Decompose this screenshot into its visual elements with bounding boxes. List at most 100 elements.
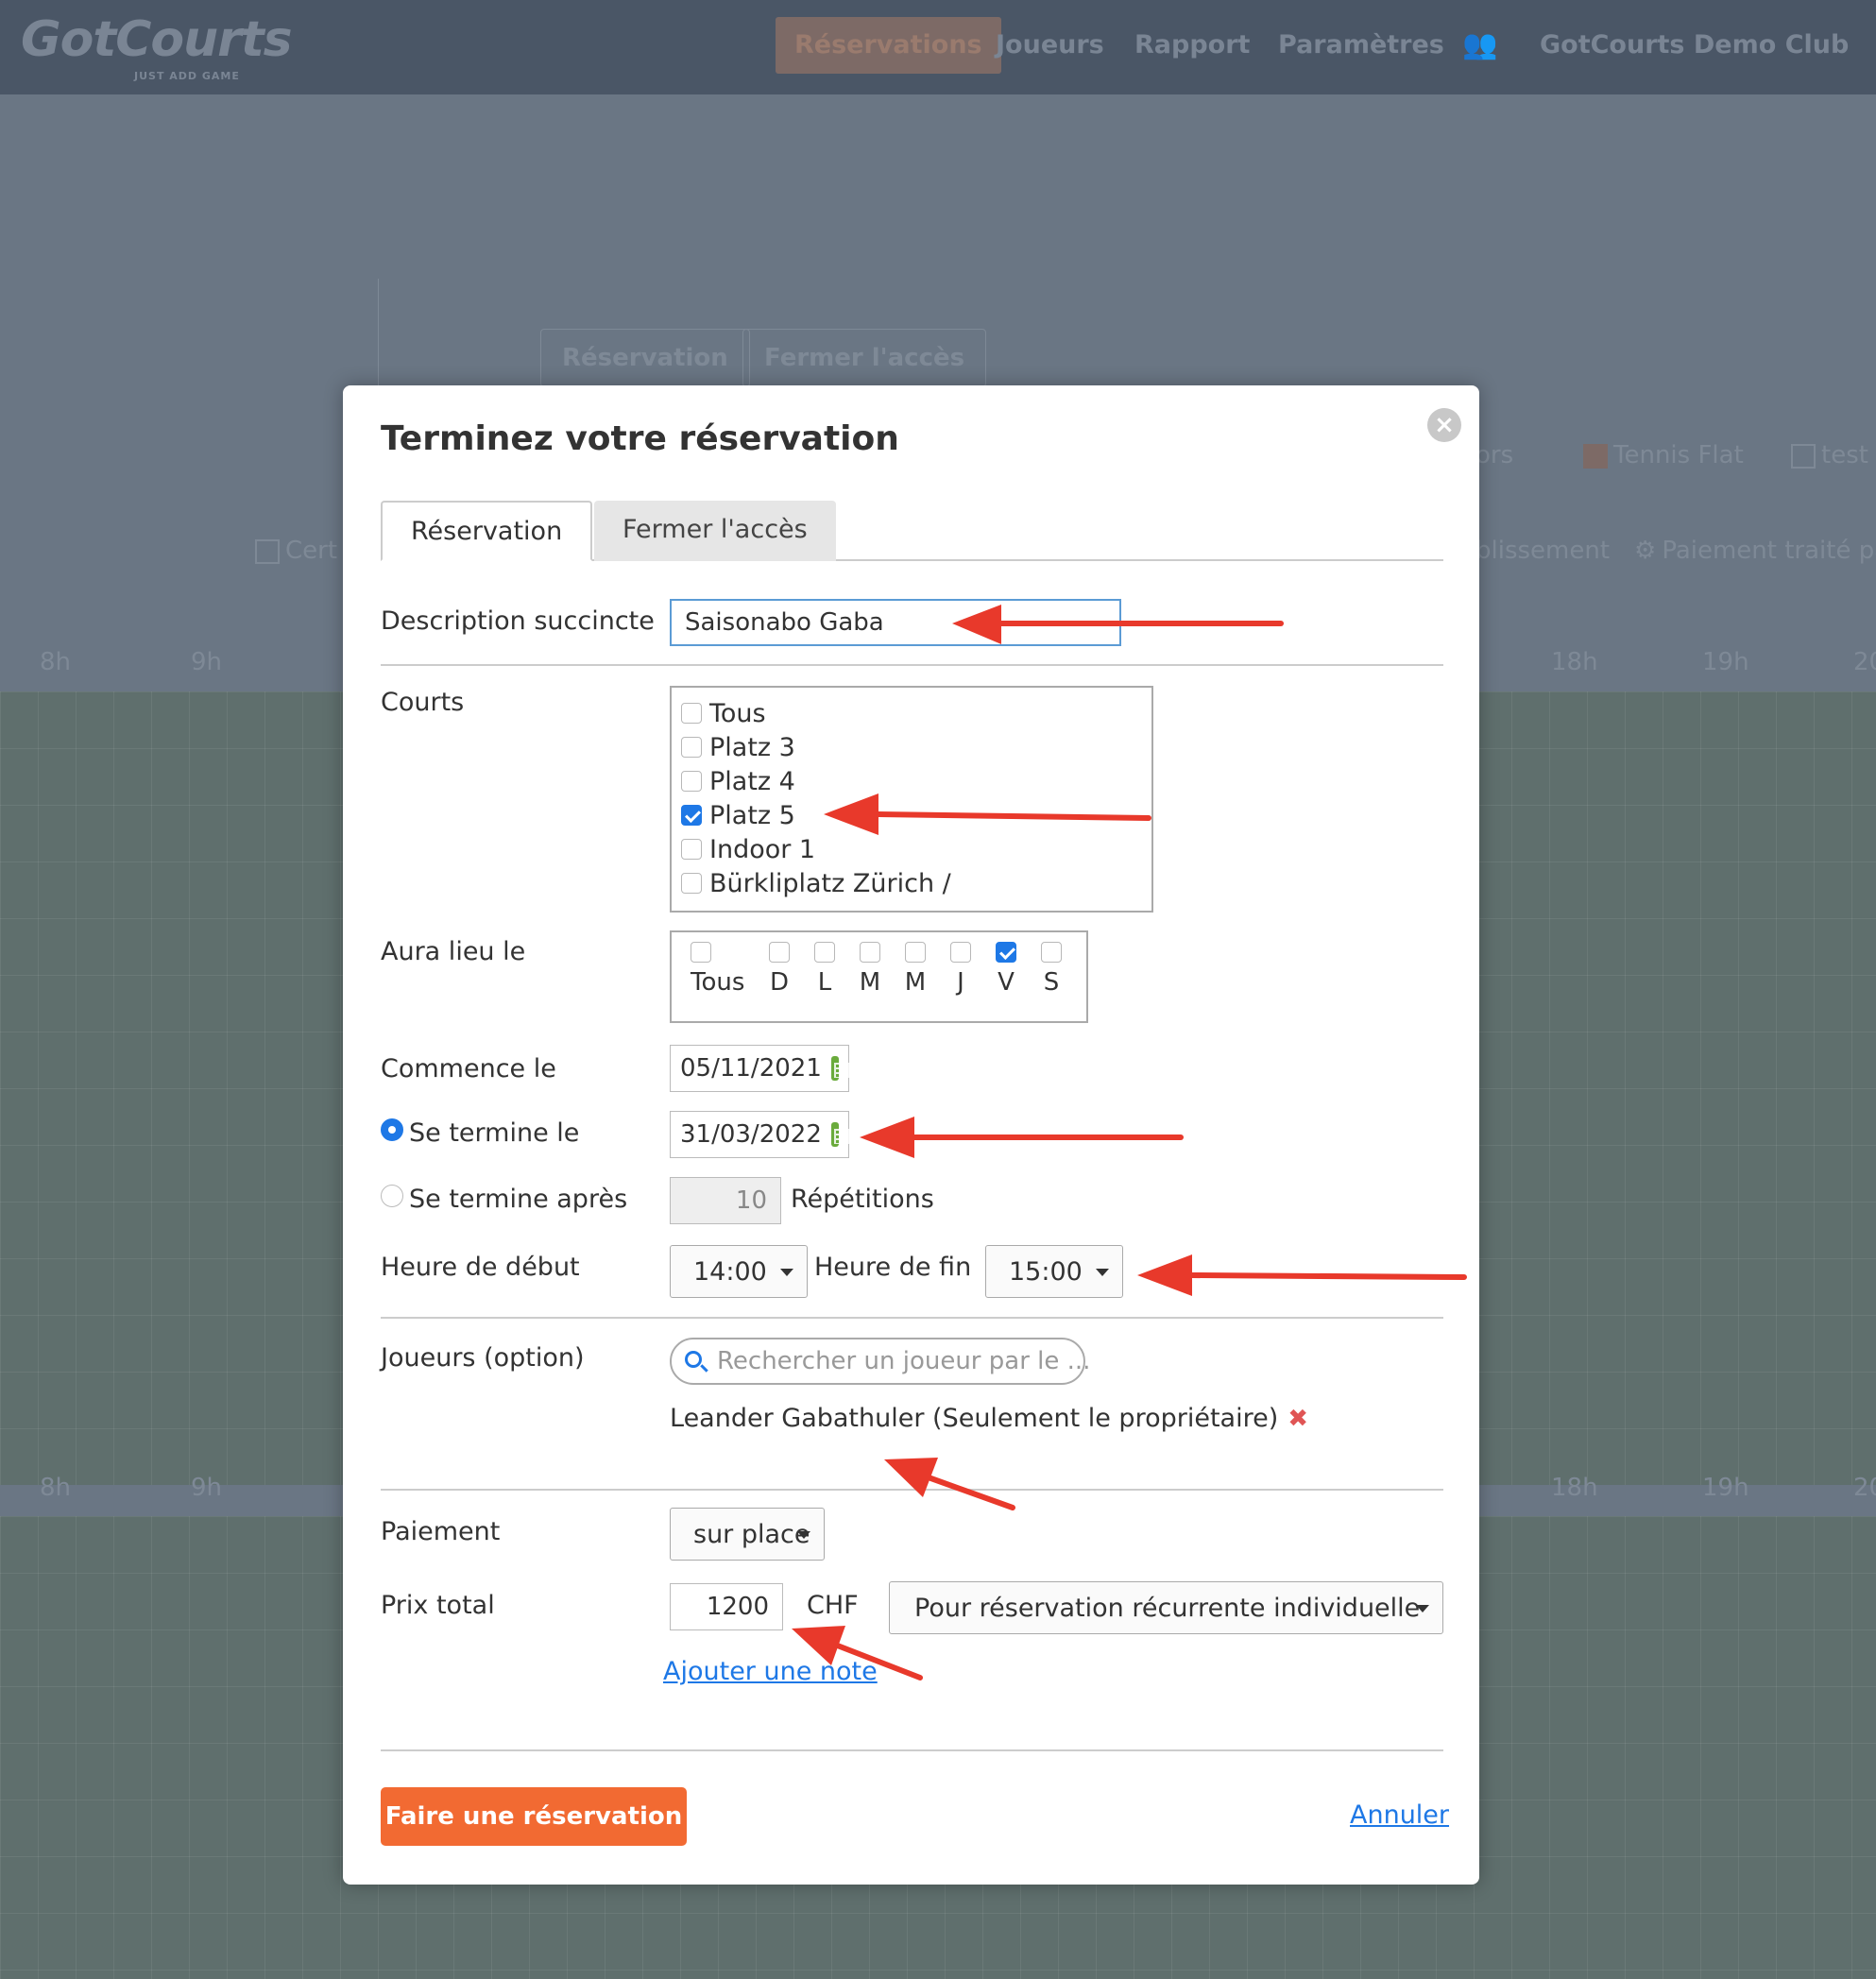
calendar-icon[interactable] [830, 1056, 854, 1081]
payment-select[interactable]: sur place [670, 1508, 825, 1561]
tab-close-access[interactable]: Fermer l'accès [594, 501, 836, 561]
submit-reservation-button[interactable]: Faire une réservation [381, 1787, 687, 1846]
start-time-select[interactable]: 14:00 [670, 1245, 808, 1298]
bg-reservation-button: Réservation [540, 329, 750, 387]
checkbox[interactable] [681, 736, 702, 758]
top-navigation-bar: GotCourts JUST ADD GAME Réservations Jou… [0, 0, 1876, 94]
court-option-platz-4[interactable]: Platz 4 [681, 765, 1142, 799]
hour-label: 8h [40, 1474, 72, 1502]
end-after-radio[interactable] [381, 1185, 403, 1207]
price-mode-select[interactable]: Pour réservation récurrente individuelle [889, 1581, 1443, 1634]
day-tuesday[interactable]: M [859, 942, 881, 997]
add-note-link[interactable]: Ajouter une note [663, 1657, 878, 1686]
court-option-platz-5[interactable]: Platz 5 [681, 799, 1142, 833]
bg-legend-item: Tennis Flat [1583, 441, 1744, 469]
chevron-down-icon [1416, 1605, 1429, 1612]
selected-player: Leander Gabathuler (Seulement le proprié… [670, 1404, 1309, 1433]
divider [381, 664, 1443, 666]
checkbox[interactable] [950, 942, 971, 963]
checkbox-checked[interactable] [681, 804, 702, 826]
day-sunday[interactable]: D [768, 942, 791, 997]
checkbox[interactable] [681, 838, 702, 860]
tab-reservation[interactable]: Réservation [381, 501, 593, 561]
close-icon[interactable]: × [1427, 408, 1461, 442]
search-icon [685, 1351, 702, 1368]
hour-label: 19h [1702, 648, 1749, 676]
repetitions-label: Répétitions [791, 1185, 934, 1214]
currency-label: CHF [807, 1591, 859, 1620]
checkbox[interactable] [905, 942, 926, 963]
days-label: Aura lieu le [381, 937, 526, 966]
checkbox[interactable] [691, 942, 711, 963]
remove-icon[interactable]: ✖ [1288, 1405, 1308, 1433]
court-option-all[interactable]: Tous [681, 697, 1142, 731]
players-label: Joueurs (option) [381, 1343, 585, 1373]
reservation-modal: Terminez votre réservation × Réservation… [343, 385, 1479, 1885]
day-thursday[interactable]: J [949, 942, 972, 997]
divider [381, 1489, 1443, 1491]
day-friday[interactable]: V [995, 942, 1017, 997]
hour-label: 19h [1702, 1474, 1749, 1502]
court-option-indoor-1[interactable]: Indoor 1 [681, 833, 1142, 867]
day-wednesday[interactable]: M [904, 942, 927, 997]
day-all[interactable]: Tous [691, 942, 744, 997]
weekday-selector: Tous D L M M J V S [670, 930, 1088, 1023]
checkbox[interactable] [681, 872, 702, 894]
end-after-label: Se termine après [409, 1185, 628, 1214]
player-search-input[interactable]: Rechercher un joueur par le ... [670, 1338, 1090, 1385]
hour-label: 20 [1853, 648, 1876, 676]
start-time-label: Heure de début [381, 1253, 580, 1282]
day-monday[interactable]: L [813, 942, 836, 997]
users-icon[interactable]: 👥 [1462, 17, 1497, 74]
hour-label: 18h [1551, 1474, 1598, 1502]
brand-logo[interactable]: GotCourts JUST ADD GAME [21, 11, 293, 82]
nav-players[interactable]: Joueurs [996, 17, 1104, 74]
checkbox[interactable] [1041, 942, 1062, 963]
courts-label: Courts [381, 688, 465, 717]
payment-label: Paiement [381, 1517, 501, 1546]
end-time-select[interactable]: 15:00 [985, 1245, 1123, 1298]
hour-label: 9h [191, 1474, 223, 1502]
bg-legend-item: test [1791, 441, 1868, 469]
brand-tagline: JUST ADD GAME [134, 70, 240, 82]
checkbox[interactable] [769, 942, 790, 963]
hour-label: 9h [191, 648, 223, 676]
nav-reservations[interactable]: Réservations [776, 17, 1001, 74]
hour-label: 20 [1853, 1474, 1876, 1502]
court-option-buerkliplatz[interactable]: Bürkliplatz Zürich / [681, 867, 1142, 901]
checkbox[interactable] [681, 770, 702, 792]
court-option-platz-3[interactable]: Platz 3 [681, 731, 1142, 765]
chevron-down-icon [797, 1531, 810, 1539]
hour-label: 18h [1551, 648, 1598, 676]
brand-name: GotCourts [21, 11, 293, 68]
nav-report[interactable]: Rapport [1134, 17, 1250, 74]
day-saturday[interactable]: S [1040, 942, 1063, 997]
courts-list: Tous Platz 3 Platz 4 Platz 5 Indoor 1 Bü… [670, 686, 1153, 913]
price-label: Prix total [381, 1591, 495, 1620]
cancel-link[interactable]: Annuler [1350, 1800, 1449, 1830]
start-date-input[interactable]: 05/11/2021 [670, 1045, 854, 1092]
checkbox-checked[interactable] [996, 942, 1016, 963]
chevron-down-icon [780, 1269, 793, 1276]
end-date-input[interactable]: 31/03/2022 [670, 1111, 854, 1158]
price-input[interactable]: 1200 [670, 1583, 783, 1630]
modal-title: Terminez votre réservation [381, 419, 899, 458]
divider [381, 1749, 1443, 1751]
nav-club-name[interactable]: GotCourts Demo Club [1540, 17, 1849, 74]
end-time-label: Heure de fin [814, 1253, 972, 1282]
calendar-icon[interactable] [830, 1122, 854, 1147]
bg-close-access-button: Fermer l'accès [742, 329, 987, 387]
checkbox[interactable] [814, 942, 835, 963]
bg-legend-item: Cert [255, 537, 337, 565]
description-input[interactable]: Saisonabo Gaba [670, 599, 1121, 646]
description-label: Description succincte [381, 606, 655, 636]
divider [381, 1317, 1443, 1319]
nav-settings[interactable]: Paramètres [1278, 17, 1444, 74]
end-date-radio[interactable] [381, 1118, 403, 1141]
chevron-down-icon [1096, 1269, 1109, 1276]
hour-label: 8h [40, 648, 72, 676]
bg-legend-item: ⚙ Paiement traité pa [1634, 537, 1876, 565]
checkbox[interactable] [860, 942, 880, 963]
repetitions-input[interactable]: 10 [670, 1177, 781, 1224]
checkbox[interactable] [681, 702, 702, 724]
